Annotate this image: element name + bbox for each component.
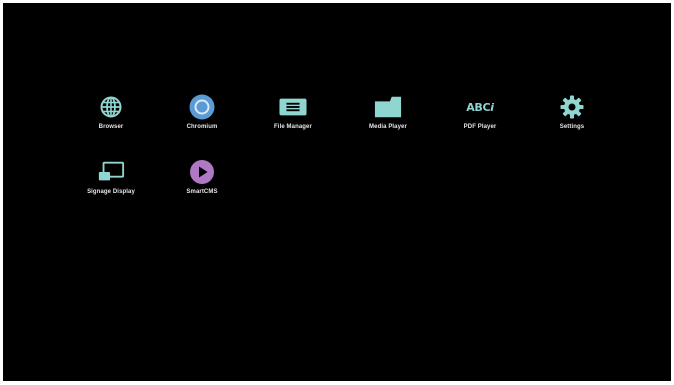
- app-label: Media Player: [369, 124, 407, 130]
- abc-icon-italic: i: [490, 100, 494, 114]
- app-label: Chromium: [186, 124, 218, 130]
- app-smartcms[interactable]: SmartCMS: [167, 159, 237, 209]
- app-label: File Manager: [274, 124, 312, 130]
- launcher-screen: Browser Chromium File Manager Media Play…: [3, 3, 671, 381]
- cast-display-icon: [97, 159, 125, 185]
- gear-icon: [558, 94, 586, 120]
- globe-icon: [97, 94, 125, 120]
- app-label: Settings: [559, 124, 585, 130]
- app-settings[interactable]: Settings: [537, 94, 607, 144]
- play-circle-icon: [188, 159, 216, 185]
- abc-icon-text: ABC: [466, 100, 491, 114]
- app-chromium[interactable]: Chromium: [167, 94, 237, 144]
- app-pdf-player[interactable]: ABCi PDF Player: [445, 94, 515, 144]
- app-browser[interactable]: Browser: [76, 94, 146, 144]
- app-signage-display[interactable]: Signage Display: [76, 159, 146, 209]
- app-file-manager[interactable]: File Manager: [258, 94, 328, 144]
- abc-icon: ABCi: [466, 94, 494, 120]
- file-manager-icon: [279, 94, 307, 120]
- app-media-player[interactable]: Media Player: [353, 94, 423, 144]
- app-label: SmartCMS: [186, 189, 218, 195]
- app-label: Browser: [98, 124, 124, 130]
- chromium-icon: [188, 94, 216, 120]
- app-label: Signage Display: [87, 189, 135, 195]
- folder-icon: [374, 94, 402, 120]
- app-label: PDF Player: [463, 124, 497, 130]
